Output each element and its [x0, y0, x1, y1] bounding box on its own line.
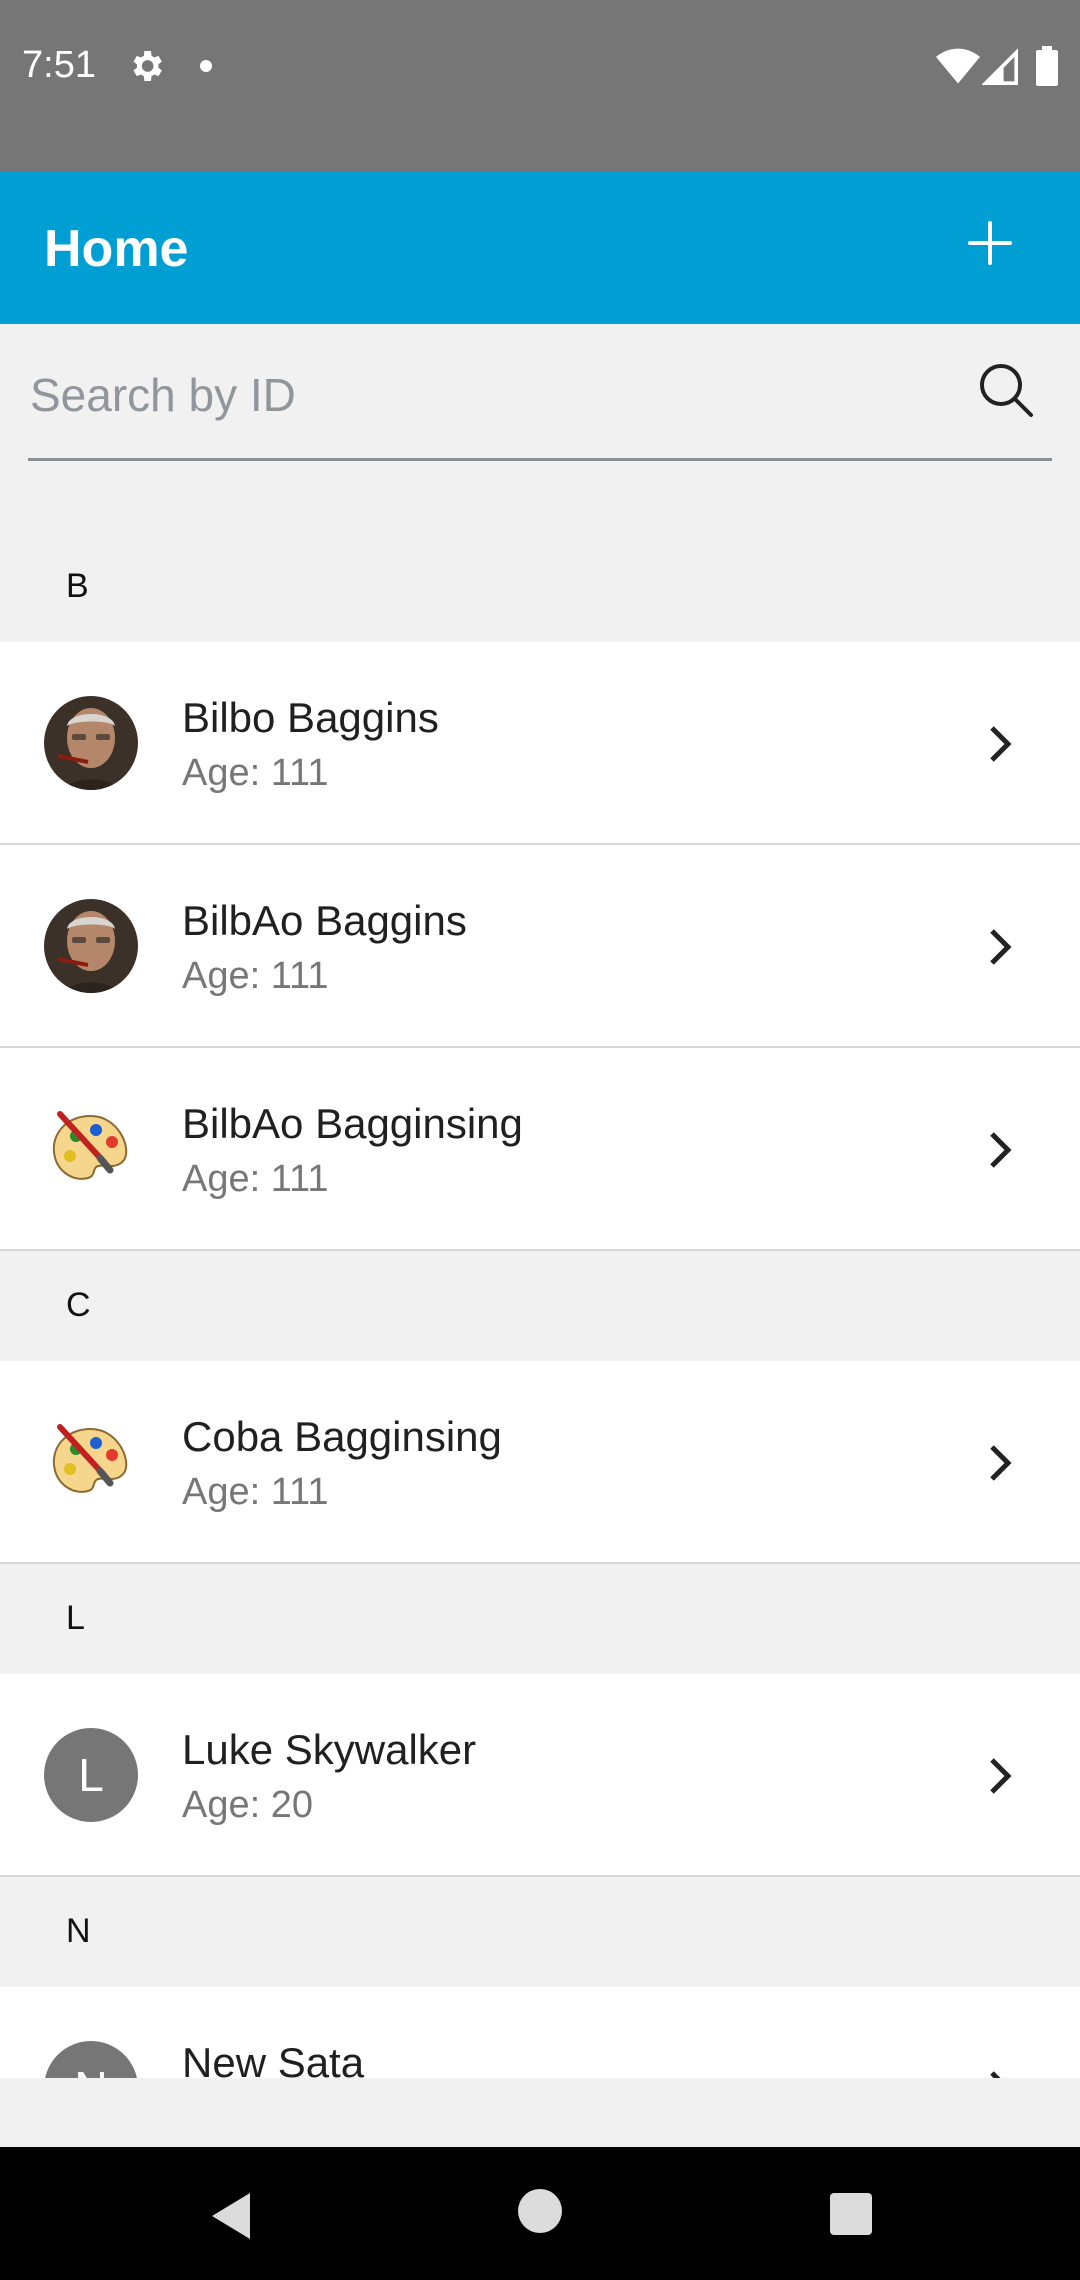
contact-age: Age: 20	[182, 1784, 313, 1826]
section-letter: N	[66, 1912, 91, 1950]
status-time: 7:51	[22, 44, 96, 86]
contact-age: Age: 111	[182, 752, 329, 794]
contact-name: Bilbo Baggins	[182, 694, 439, 741]
list-item[interactable]: Coba Bagginsing Age: 111	[0, 1361, 1080, 1564]
app-bar: Home	[0, 171, 1080, 324]
chevron-right-icon	[990, 726, 1012, 762]
notification-dot-icon	[200, 60, 212, 72]
section-letter: L	[66, 1599, 85, 1637]
search-icon[interactable]	[976, 360, 1036, 420]
chevron-right-icon	[990, 2071, 1001, 2078]
contact-age: Age: 111	[182, 1471, 329, 1513]
contact-name: BilbAo Baggins	[182, 897, 467, 944]
wifi-icon	[936, 48, 980, 84]
avatar: N	[44, 2041, 138, 2078]
navigation-bar	[0, 2147, 1080, 2280]
search-underline	[28, 458, 1052, 461]
chevron-right-icon	[990, 1758, 1012, 1794]
section-header-c: C	[0, 1251, 1080, 1361]
back-icon[interactable]	[204, 2189, 258, 2243]
list-item[interactable]: BilbAo Baggins Age: 111	[0, 845, 1080, 1048]
contact-name: BilbAo Bagginsing	[182, 1100, 523, 1147]
palette-icon	[44, 1415, 138, 1509]
list-item[interactable]: L Luke Skywalker Age: 20	[0, 1674, 1080, 1877]
signal-icon	[982, 48, 1018, 85]
list-item[interactable]: Bilbo Baggins Age: 111	[0, 642, 1080, 845]
section-header-n: N	[0, 1877, 1080, 1987]
page-title: Home	[44, 220, 189, 278]
status-bar: 7:51	[0, 0, 1080, 171]
chevron-right-icon	[990, 929, 1012, 965]
contact-age: Age: 111	[182, 1158, 329, 1200]
plus-icon	[968, 221, 1012, 265]
chevron-right-icon	[990, 1445, 1012, 1481]
section-letter: C	[66, 1286, 91, 1324]
list-item[interactable]: BilbAo Bagginsing Age: 111	[0, 1048, 1080, 1251]
contact-name: New Sata	[182, 2039, 365, 2078]
contact-name: Luke Skywalker	[182, 1726, 477, 1773]
avatar-letter: N	[74, 2061, 107, 2078]
battery-icon	[1036, 46, 1058, 86]
chevron-right-icon	[990, 1132, 1012, 1168]
contact-name: Coba Bagginsing	[182, 1413, 502, 1460]
list-item[interactable]: N New Sata	[0, 1987, 1080, 2078]
home-icon[interactable]	[518, 2189, 562, 2233]
contact-age: Age: 111	[182, 955, 329, 997]
avatar: L	[44, 1728, 138, 1822]
section-letter: B	[66, 567, 89, 605]
palette-icon	[44, 1102, 138, 1196]
avatar-letter: L	[78, 1749, 104, 1801]
section-header-b: B	[0, 464, 1080, 642]
recents-icon[interactable]	[830, 2193, 872, 2235]
contact-list[interactable]: B Bilbo Baggins Age: 111 BilbAo Baggins …	[0, 464, 1080, 2078]
avatar	[44, 696, 138, 790]
search-bar	[0, 324, 1080, 464]
section-header-l: L	[0, 1564, 1080, 1674]
search-input[interactable]	[28, 364, 952, 426]
avatar	[44, 899, 138, 993]
gear-icon	[133, 51, 162, 81]
add-button[interactable]	[962, 215, 1018, 271]
